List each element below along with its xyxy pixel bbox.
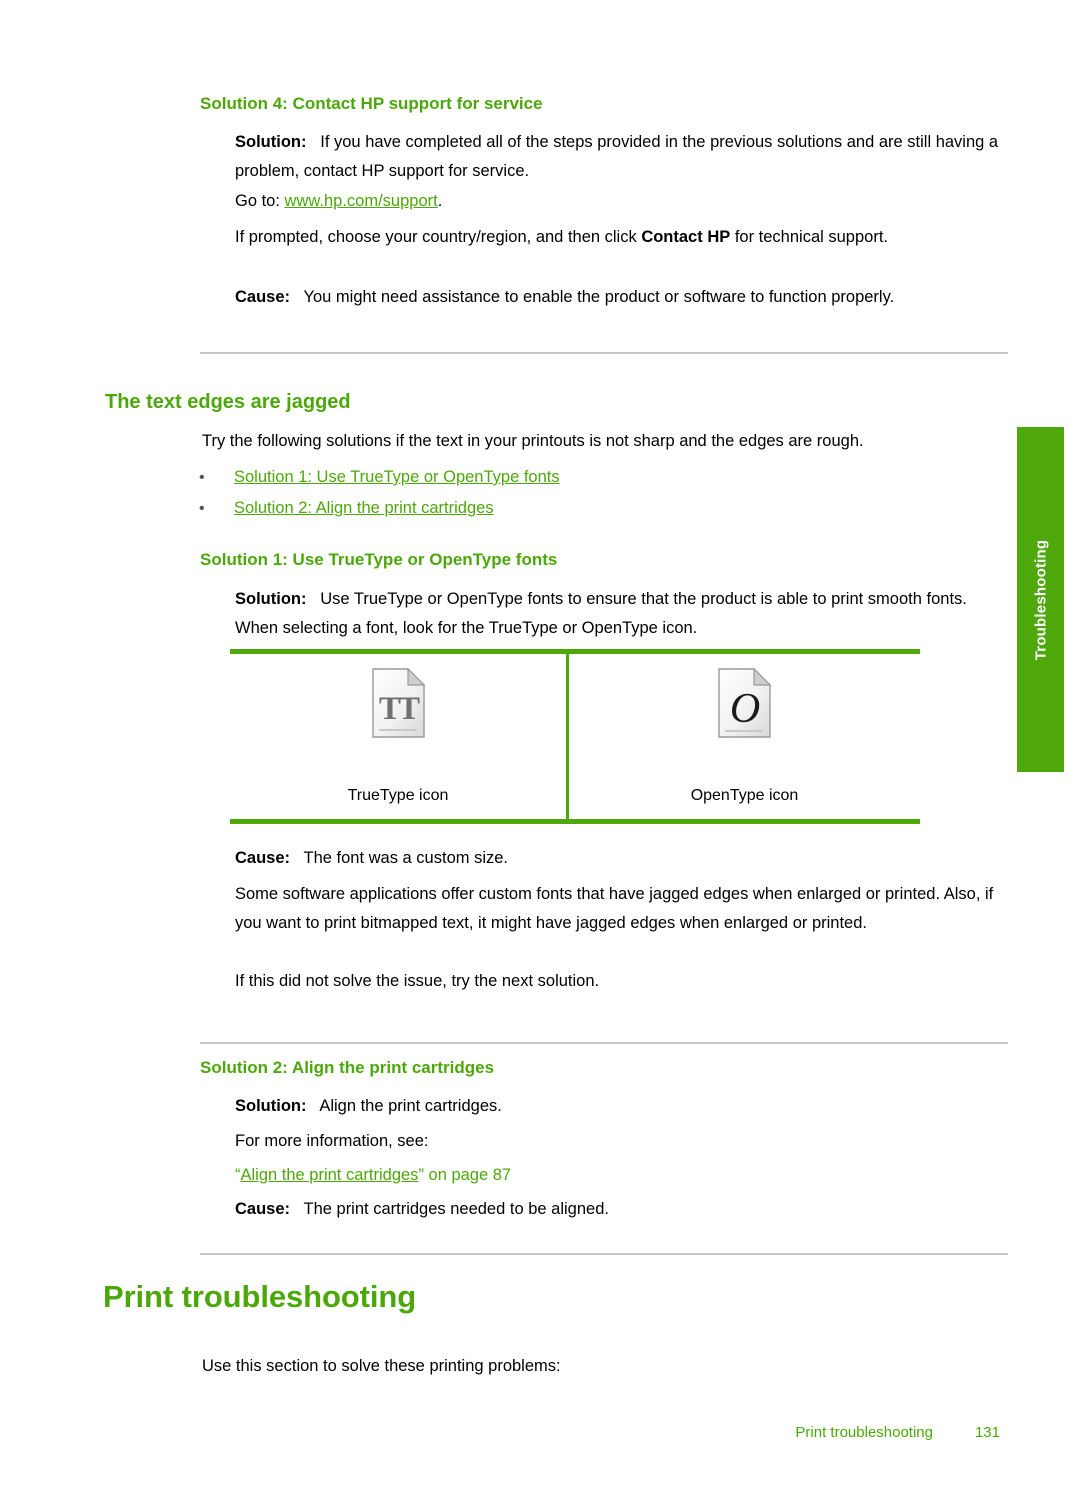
- divider-before-solution-2: [200, 1042, 1008, 1044]
- solution-1-solution-paragraph: Solution: Use TrueType or OpenType fonts…: [235, 585, 995, 643]
- contact-hp-bold: Contact HP: [641, 228, 731, 246]
- bullet-icon: •: [199, 500, 205, 517]
- link-solution-2[interactable]: Solution 2: Align the print cartridges: [234, 494, 494, 523]
- goto-prefix: Go to:: [235, 192, 280, 210]
- crossref-page-suffix: on page 87: [423, 1166, 512, 1184]
- font-icon-comparison-table: TT TrueType icon O OpenType icon: [230, 649, 920, 824]
- cause-label: Cause:: [235, 1200, 291, 1218]
- solution-label: Solution:: [235, 1097, 307, 1115]
- solution-4-goto-paragraph: Go to: www.hp.com/support.: [235, 187, 1007, 216]
- solution-1-cause-text: The font was a custom size.: [303, 849, 509, 867]
- solution-1-solution-text: Use TrueType or OpenType fonts to ensure…: [235, 590, 967, 637]
- cause-label: Cause:: [235, 288, 291, 306]
- prompt-text-b: for technical support.: [730, 228, 888, 246]
- solution-4-cause-text: You might need assistance to enable the …: [303, 288, 895, 306]
- opentype-caption: OpenType icon: [690, 787, 799, 804]
- truetype-caption: TrueType icon: [347, 787, 449, 804]
- table-cell-truetype: TT TrueType icon: [230, 654, 566, 819]
- footer-section-title: Print troubleshooting: [795, 1424, 933, 1441]
- solution-label: Solution:: [235, 590, 307, 608]
- link-solution-1[interactable]: Solution 1: Use TrueType or OpenType fon…: [234, 463, 560, 492]
- solution-4-solution-text: If you have completed all of the steps p…: [235, 133, 999, 180]
- solution-4-solution-paragraph: Solution: If you have completed all of t…: [235, 128, 1007, 186]
- cause-label: Cause:: [235, 849, 291, 867]
- goto-suffix: .: [437, 192, 443, 210]
- heading-solution-4: Solution 4: Contact HP support for servi…: [200, 94, 543, 113]
- divider-after-solution-4: [200, 352, 1008, 354]
- heading-text-edges-jagged: The text edges are jagged: [105, 391, 351, 413]
- solution-4-prompt-paragraph: If prompted, choose your country/region,…: [235, 223, 995, 252]
- hp-support-link[interactable]: www.hp.com/support: [285, 192, 438, 210]
- table-bottom-border: [230, 819, 920, 824]
- table-cell-opentype: O OpenType icon: [569, 654, 920, 819]
- solution-1-cause-paragraph: Cause: The font was a custom size.: [235, 844, 1007, 873]
- section-tab-troubleshooting: Troubleshooting: [1017, 427, 1064, 772]
- solution-label: Solution:: [235, 133, 307, 151]
- link-align-print-cartridges[interactable]: Align the print cartridges: [241, 1166, 419, 1184]
- divider-before-print-troubleshooting: [200, 1253, 1008, 1255]
- footer-page-number: 131: [974, 1424, 1000, 1441]
- truetype-file-icon: TT: [370, 667, 427, 740]
- heading-solution-1: Solution 1: Use TrueType or OpenType fon…: [200, 550, 558, 569]
- svg-text:O: O: [730, 686, 760, 732]
- solution-2-crossref-paragraph: “Align the print cartridges” on page 87: [235, 1161, 1007, 1190]
- solution-1-explanation-paragraph: Some software applications offer custom …: [235, 885, 994, 932]
- jagged-intro-paragraph: Try the following solutions if the text …: [202, 432, 864, 450]
- document-page: Troubleshooting Solution 4: Contact HP s…: [0, 0, 1080, 1495]
- solution-4-cause-paragraph: Cause: You might need assistance to enab…: [235, 283, 1007, 312]
- print-troubleshooting-intro: Use this section to solve these printing…: [202, 1357, 561, 1375]
- solution-2-cause-text: The print cartridges needed to be aligne…: [303, 1200, 609, 1218]
- bullet-icon: •: [199, 469, 205, 486]
- section-tab-label: Troubleshooting: [1032, 539, 1049, 660]
- solution-1-next-step-paragraph: If this did not solve the issue, try the…: [235, 972, 600, 990]
- solution-2-solution-paragraph: Solution: Align the print cartridges.: [235, 1092, 1007, 1121]
- svg-text:TT: TT: [378, 691, 419, 727]
- prompt-text-a: If prompted, choose your country/region,…: [235, 228, 642, 246]
- solution-2-solution-text: Align the print cartridges.: [319, 1097, 502, 1115]
- opentype-file-icon: O: [716, 667, 773, 740]
- solution-2-cause-paragraph: Cause: The print cartridges needed to be…: [235, 1195, 1007, 1224]
- heading-print-troubleshooting: Print troubleshooting: [103, 1279, 417, 1314]
- solution-2-more-info-paragraph: For more information, see:: [235, 1132, 429, 1150]
- heading-solution-2: Solution 2: Align the print cartridges: [200, 1058, 495, 1077]
